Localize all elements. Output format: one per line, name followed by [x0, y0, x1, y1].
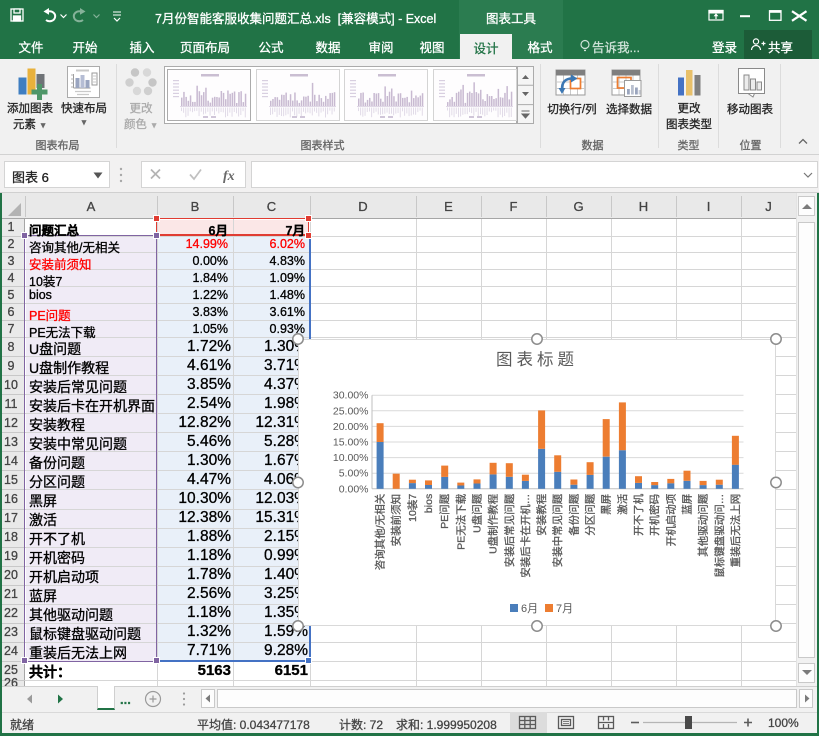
svg-text:fx: fx: [223, 169, 235, 184]
